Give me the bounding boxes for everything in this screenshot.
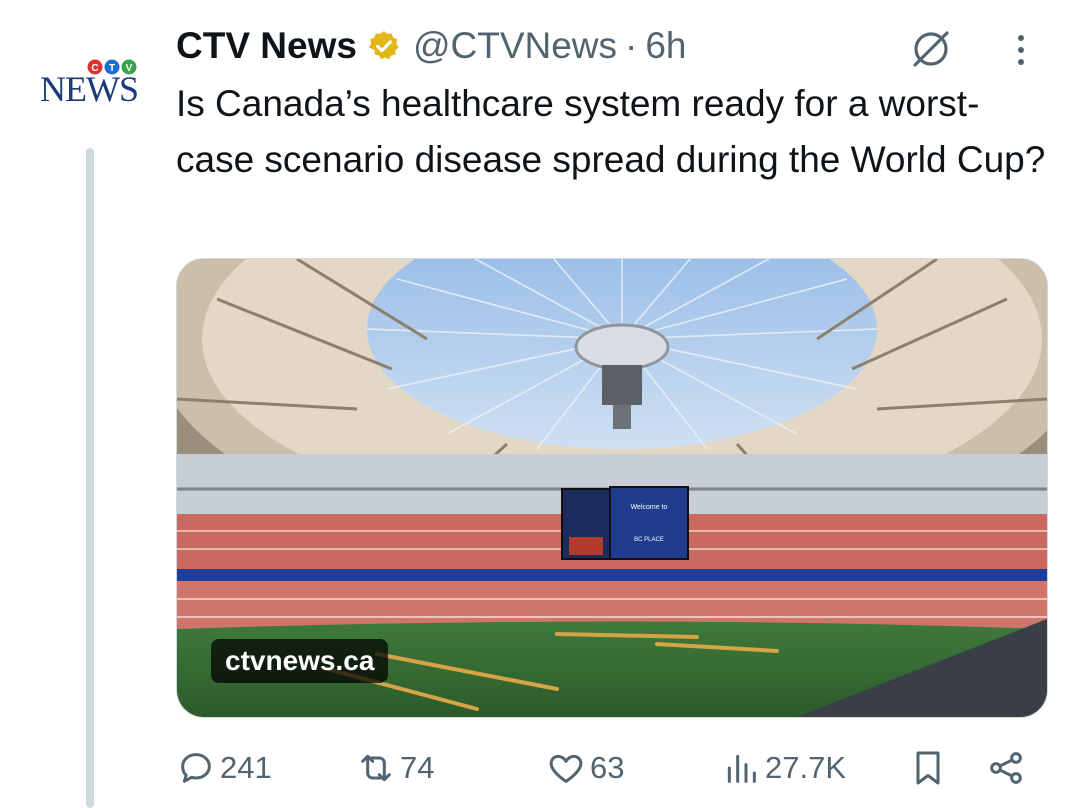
repost-count: 74: [400, 750, 435, 785]
share-button[interactable]: [986, 742, 1026, 794]
tweet[interactable]: CTV News @CTVNews · 6h Is Canada’s healt…: [176, 22, 1056, 188]
logo-wordmark: NEWS: [40, 69, 139, 109]
reply-button[interactable]: 241: [176, 742, 272, 794]
scoreboard-subtext: BC PLACE: [634, 537, 664, 543]
tweet-header: CTV News @CTVNews · 6h: [176, 22, 1056, 70]
link-domain-label: ctvnews.ca: [211, 639, 389, 683]
tweet-actions: 241 74 63 27.7K: [176, 742, 1046, 794]
link-card-image[interactable]: Welcome to BC PLACE ctvnews.ca: [176, 258, 1048, 718]
like-button[interactable]: 63: [546, 742, 624, 794]
reply-count: 241: [220, 750, 272, 785]
share-icon: [990, 752, 1022, 784]
avatar[interactable]: C T V NEWS: [30, 50, 150, 110]
more-icon[interactable]: [1006, 30, 1036, 70]
tweet-time[interactable]: 6h: [645, 25, 686, 67]
ctv-news-logo: C T V NEWS: [30, 50, 140, 110]
bookmark-button[interactable]: [908, 742, 948, 794]
heart-icon: [549, 754, 583, 783]
views-icon: [727, 754, 756, 783]
author-handle[interactable]: @CTVNews: [413, 25, 617, 67]
like-count: 63: [590, 750, 625, 785]
author-name[interactable]: CTV News: [176, 25, 357, 67]
thread-line: [86, 148, 94, 808]
separator-dot: ·: [625, 25, 638, 66]
repost-button[interactable]: 74: [356, 742, 434, 794]
views-button[interactable]: 27.7K: [721, 742, 846, 794]
tweet-text: Is Canada’s healthcare system ready for …: [176, 83, 1046, 180]
reply-icon: [181, 753, 211, 783]
bookmark-icon: [916, 751, 940, 785]
grok-icon[interactable]: [906, 24, 956, 74]
views-count: 27.7K: [765, 750, 847, 785]
repost-icon: [361, 754, 391, 782]
verified-badge-icon: [368, 31, 399, 60]
scoreboard-text: Welcome to: [631, 504, 668, 511]
